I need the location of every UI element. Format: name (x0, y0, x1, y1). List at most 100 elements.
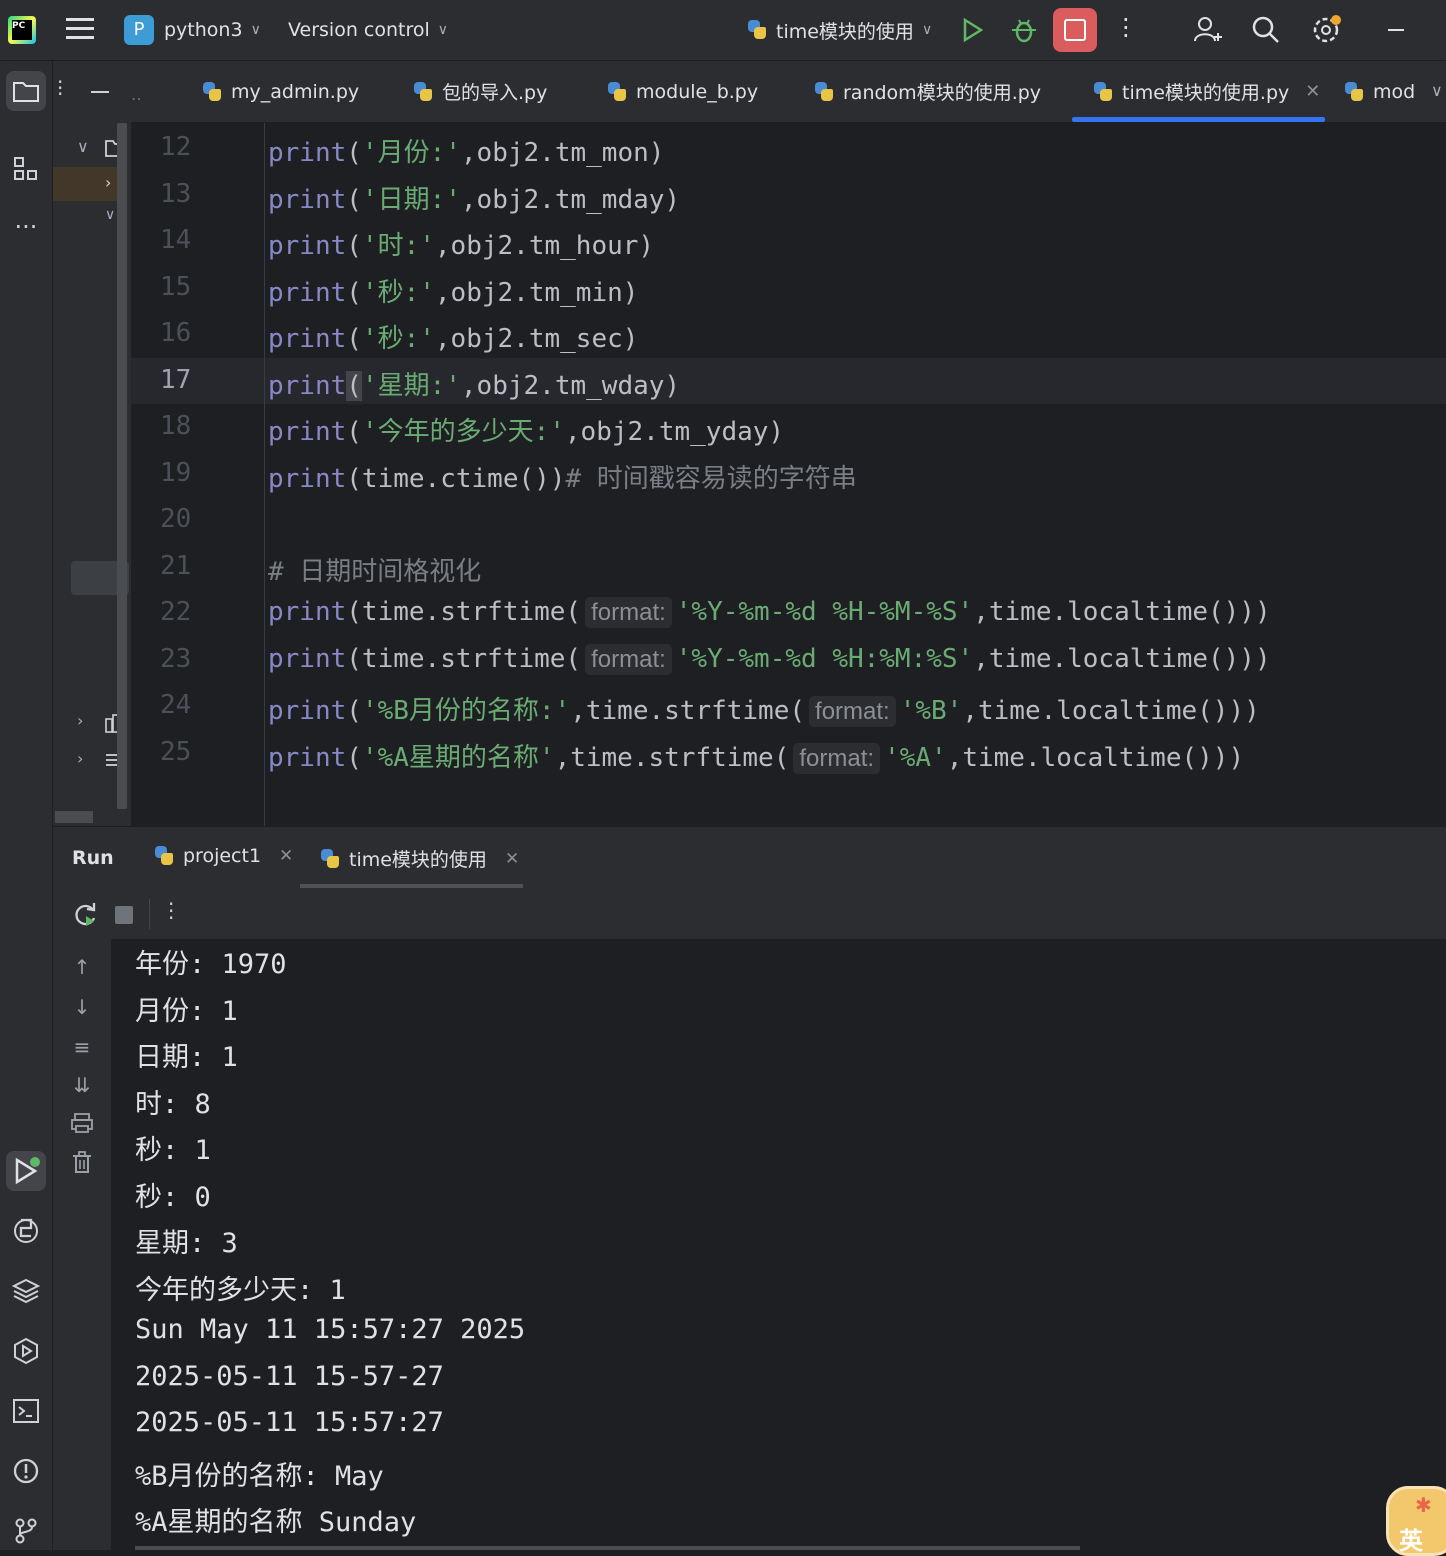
close-icon[interactable]: ✕ (279, 846, 293, 866)
python-icon (813, 81, 835, 103)
tree-chevron-right-icon[interactable]: › (105, 173, 111, 192)
code-line[interactable]: print('今年的多少天:',obj2.tm_yday) (268, 411, 784, 448)
project-badge: P (124, 15, 154, 45)
run-toolbar: · · · (53, 889, 1446, 939)
python-icon (153, 845, 175, 867)
code-fn: print (268, 597, 347, 627)
run-tab-time-module[interactable]: time模块的使用 ✕ (319, 845, 519, 872)
scroll-down-icon[interactable]: ↓ (70, 995, 94, 1019)
search-icon[interactable] (1252, 16, 1280, 44)
code-string: '今年的多少天:' (361, 417, 565, 447)
problems-icon[interactable] (6, 1451, 46, 1491)
code-line[interactable]: print('%B月份的名称:',time.strftime(format: '%… (268, 690, 1260, 727)
main-menu-icon[interactable] (66, 18, 94, 42)
python-icon (412, 81, 434, 103)
code-rest: ,time.localtime())) (962, 696, 1260, 726)
line-number: 18 (160, 411, 192, 441)
close-icon[interactable]: ✕ (1305, 81, 1320, 102)
console-line: 2025-05-11 15-57-27 (135, 1361, 444, 1392)
tree-chevron-right-icon[interactable]: › (77, 711, 83, 730)
minimize-icon[interactable] (1388, 29, 1404, 31)
code-line[interactable]: print('秒:',obj2.tm_sec) (268, 318, 638, 355)
tab-mod[interactable]: mod (1343, 61, 1415, 122)
settings-icon[interactable] (1312, 15, 1342, 45)
terminal-icon[interactable] (6, 1391, 46, 1431)
tab-label: time模块的使用.py (1122, 82, 1290, 104)
more-icon[interactable]: · · · (1122, 8, 1130, 48)
layers-icon[interactable] (6, 1271, 46, 1311)
stop-run-icon[interactable] (115, 906, 133, 924)
run-more-icon[interactable]: · · · (168, 894, 174, 928)
code-line[interactable]: # 日期时间格视化 (268, 551, 481, 588)
line-number: 20 (160, 504, 192, 534)
run-icon[interactable] (962, 18, 984, 42)
console-line: 日期: 1 (135, 1042, 238, 1073)
python-console-icon[interactable] (6, 1211, 46, 1251)
code-line[interactable]: print(time.ctime())# 时间戳容易读的字符串 (268, 458, 857, 495)
vertical-scrollbar[interactable] (117, 123, 127, 809)
tab-module-b[interactable]: module_b.py (606, 61, 758, 122)
close-icon[interactable]: ✕ (505, 849, 519, 869)
code-fn: print (268, 696, 347, 726)
code-line[interactable]: print('时:',obj2.tm_hour) (268, 225, 654, 262)
code-line[interactable]: print('月份:',obj2.tm_mon) (268, 132, 664, 169)
console-horizontal-scrollbar[interactable] (135, 1546, 1080, 1550)
code-line[interactable]: print('日期:',obj2.tm_mday) (268, 179, 680, 216)
run-tab-project1[interactable]: project1 ✕ (153, 845, 293, 867)
line-number: 25 (160, 737, 192, 767)
code-line[interactable]: print(time.strftime(format: '%Y-%m-%d %H:… (268, 644, 1271, 675)
print-icon[interactable] (70, 1112, 94, 1136)
rerun-icon[interactable] (72, 902, 98, 932)
structure-icon[interactable] (6, 149, 46, 189)
run-panel-title: Run (72, 847, 114, 869)
project-options-icon[interactable]: · · · (57, 72, 63, 104)
tab-random-module[interactable]: random模块的使用.py (813, 61, 1041, 122)
code-line[interactable]: print('秒:',obj2.tm_min) (268, 272, 638, 309)
tab-package-import[interactable]: 包的导入.py (412, 61, 547, 122)
param-hint: format: (793, 743, 881, 774)
code-string: '秒:' (361, 324, 435, 354)
run-tool-icon[interactable] (6, 1151, 46, 1191)
run-config-selector[interactable]: time模块的使用 ∨ (746, 14, 932, 46)
add-user-icon[interactable] (1192, 15, 1222, 45)
code-line[interactable]: print('%A星期的名称',time.strftime(format: '%A… (268, 737, 1244, 774)
collapse-panel-icon[interactable] (91, 91, 109, 93)
services-icon[interactable] (6, 1331, 46, 1371)
project-selector[interactable]: P python3 ∨ (124, 14, 261, 46)
stop-icon (1064, 19, 1086, 41)
code-comment: # 时间戳容易读的字符串 (565, 464, 857, 494)
horizontal-scrollbar[interactable] (55, 811, 93, 823)
app-logo[interactable]: PC (8, 16, 36, 44)
tabs-dropdown-icon[interactable]: ∨ (1431, 81, 1443, 100)
project-name: python3 (164, 19, 243, 41)
tab-my-admin[interactable]: my_admin.py (201, 61, 359, 122)
stop-button[interactable] (1053, 8, 1097, 52)
code-line-current[interactable]: print('星期:',obj2.tm_wday) (268, 365, 680, 402)
code-fn: print (268, 324, 347, 354)
debug-icon[interactable] (1010, 16, 1038, 44)
scroll-to-end-icon[interactable]: ⇊ (70, 1073, 94, 1097)
param-hint: format: (585, 644, 672, 675)
tab-time-module[interactable]: time模块的使用.py ✕ (1092, 61, 1320, 122)
project-folder-icon[interactable] (6, 71, 46, 111)
code-punct: ( (346, 231, 362, 261)
tree-chevron-right-icon[interactable]: › (77, 749, 83, 768)
console-line: %A星期的名称 Sunday (135, 1507, 417, 1538)
line-number: 21 (160, 551, 192, 581)
code-rest: (time.ctime()) (346, 464, 566, 494)
tree-chevron-down-icon[interactable]: ∨ (105, 207, 115, 223)
ime-badge[interactable]: 英 ✱ (1386, 1486, 1446, 1556)
git-branch-icon[interactable] (6, 1511, 46, 1551)
python-icon (1343, 81, 1365, 103)
soft-wrap-icon[interactable]: ≡ (70, 1035, 94, 1059)
code-string: '%A星期的名称' (361, 743, 555, 773)
tree-chevron-down-icon[interactable]: ∨ (77, 137, 89, 156)
tree-row-selected[interactable] (53, 167, 123, 201)
tabs-overflow-dots: ‥ (131, 85, 142, 104)
trash-icon[interactable] (70, 1151, 94, 1175)
title-bar: PC P python3 ∨ Version control ∨ time模块的… (0, 0, 1446, 61)
scroll-up-icon[interactable]: ↑ (70, 955, 94, 979)
version-control-menu[interactable]: Version control ∨ (288, 14, 448, 46)
more-tools-icon[interactable]: ··· (6, 207, 46, 247)
code-line[interactable]: print(time.strftime(format: '%Y-%m-%d %H-… (268, 597, 1271, 628)
